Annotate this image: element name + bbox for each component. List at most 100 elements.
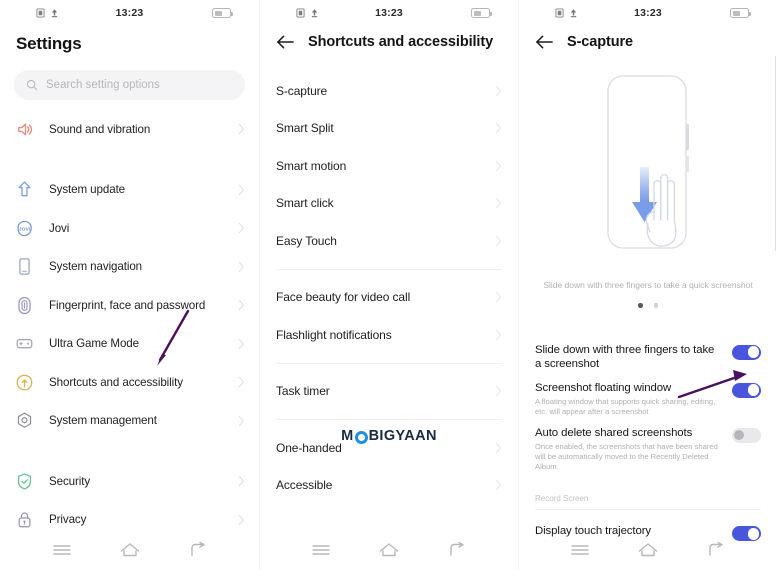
- three-phone-screenshots: 13:23 Settings Search setting options So…: [0, 0, 777, 570]
- battery-icon: [212, 8, 233, 18]
- sidebar-item-jovi[interactable]: JOVI Jovi: [0, 209, 259, 248]
- panel-shortcuts-and-accessibility: 13:23 Shortcuts and accessibility S-capt…: [259, 0, 518, 570]
- battery-icon: [730, 8, 751, 18]
- chevron-right-icon: [495, 160, 501, 171]
- back-nav-icon[interactable]: [447, 542, 467, 558]
- list-item-label: S-capture: [276, 83, 328, 98]
- setting-row-screenshot-floating-window[interactable]: Screenshot floating window A floating wi…: [519, 372, 777, 417]
- chevron-right-icon: [238, 338, 244, 349]
- sidebar-item-label: System management: [49, 414, 157, 428]
- gamepad-icon: [16, 339, 33, 349]
- chevron-right-icon: [238, 184, 244, 195]
- sidebar-item-label: Privacy: [49, 513, 87, 527]
- sidebar-item-label: System update: [49, 183, 126, 197]
- hex-gear-icon: [17, 412, 32, 429]
- illustration-caption: Slide down with three fingers to take a …: [543, 280, 753, 290]
- page-title: Shortcuts and accessibility: [308, 34, 494, 50]
- status-bar-time: 13:23: [634, 7, 662, 19]
- setting-title: Auto delete shared screenshots: [535, 426, 693, 439]
- chevron-right-icon: [495, 198, 501, 209]
- list-divider: [276, 362, 502, 364]
- chevron-right-icon: [495, 292, 501, 303]
- list-item-s-capture[interactable]: S-capture: [260, 72, 518, 110]
- list-item-label: Task timer: [276, 384, 330, 399]
- setting-title: Slide down with three fingers to take a …: [535, 343, 715, 371]
- sidebar-item-sound-and-vibration[interactable]: Sound and vibration: [0, 110, 259, 149]
- home-icon[interactable]: [637, 542, 659, 558]
- bottom-navigation-bar: [260, 530, 518, 570]
- section-label-record-screen: Record Screen: [535, 494, 589, 504]
- chevron-right-icon: [495, 386, 501, 397]
- chevron-right-icon: [238, 223, 244, 234]
- page-dot-active[interactable]: [638, 303, 643, 308]
- sidebar-item-system-management[interactable]: System management: [0, 402, 259, 441]
- page-title: Settings: [16, 34, 82, 53]
- list-item-face-beauty-for-video-call[interactable]: Face beauty for video call: [260, 279, 518, 317]
- menu-icon[interactable]: [311, 543, 331, 557]
- list-group-gap: [0, 440, 259, 462]
- back-arrow-icon[interactable]: [535, 34, 554, 50]
- hand-gesture-icon: [16, 374, 33, 391]
- sidebar-item-label: Fingerprint, face and password: [49, 298, 206, 312]
- chevron-right-icon: [495, 235, 501, 246]
- panel-s-capture: 13:23 S-capture Slide down with three fi…: [518, 0, 777, 570]
- toggle-screenshot-floating-window[interactable]: [732, 382, 761, 398]
- screenshot-icon: [555, 8, 564, 18]
- sidebar-item-ultra-game-mode[interactable]: Ultra Game Mode: [0, 325, 259, 364]
- list-item-task-timer[interactable]: Task timer: [260, 373, 518, 411]
- watermark-text-after: BIGYAAN: [368, 428, 437, 444]
- sidebar-item-system-navigation[interactable]: System navigation: [0, 248, 259, 287]
- back-arrow-icon[interactable]: [276, 34, 295, 50]
- home-icon[interactable]: [378, 542, 400, 558]
- search-input[interactable]: Search setting options: [14, 70, 245, 100]
- list-divider: [276, 268, 502, 270]
- home-icon[interactable]: [119, 542, 141, 558]
- sidebar-item-label: Security: [49, 474, 91, 488]
- shield-check-icon: [17, 473, 32, 490]
- setting-title: Screenshot floating window: [535, 381, 672, 394]
- list-item-flashlight-notifications[interactable]: Flashlight notifications: [260, 316, 518, 354]
- list-item-label: Smart motion: [276, 158, 347, 173]
- chevron-right-icon: [238, 377, 244, 388]
- page-dot[interactable]: [653, 303, 658, 308]
- list-item-smart-motion[interactable]: Smart motion: [260, 147, 518, 185]
- sidebar-item-label: Shortcuts and accessibility: [49, 375, 183, 389]
- menu-icon[interactable]: [570, 543, 590, 557]
- sidebar-item-shortcuts-and-accessibility[interactable]: Shortcuts and accessibility: [0, 363, 259, 402]
- list-item-label: Smart click: [276, 196, 334, 211]
- watermark-ring-icon: [354, 430, 368, 444]
- navigation-header: S-capture: [519, 26, 777, 66]
- back-nav-icon[interactable]: [188, 542, 208, 558]
- speaker-icon: [18, 123, 33, 136]
- phone-nav-icon: [19, 258, 30, 276]
- list-item-label: Flashlight notifications: [276, 327, 392, 342]
- setting-row-auto-delete-shared-screenshots[interactable]: Auto delete shared screenshots Once enab…: [519, 417, 777, 472]
- list-item-label: Accessible: [276, 478, 333, 493]
- toggle-slide-down-three-fingers[interactable]: [732, 344, 761, 360]
- list-item-label: Face beauty for video call: [276, 290, 411, 305]
- chevron-right-icon: [238, 514, 244, 525]
- chevron-right-icon: [495, 329, 501, 340]
- sidebar-item-security[interactable]: Security: [0, 462, 259, 501]
- status-bar: 13:23: [0, 0, 259, 26]
- toggle-auto-delete-shared-screenshots[interactable]: [732, 427, 761, 443]
- sidebar-item-fingerprint-face-and-password[interactable]: Fingerprint, face and password: [0, 286, 259, 325]
- screenshot-icon: [296, 8, 305, 18]
- jovi-icon: JOVI: [17, 220, 32, 236]
- sidebar-item-system-update[interactable]: System update: [0, 171, 259, 210]
- chevron-right-icon: [495, 123, 501, 134]
- list-divider: [276, 419, 502, 420]
- chevron-right-icon: [238, 124, 244, 135]
- menu-icon[interactable]: [52, 543, 72, 557]
- list-item-easy-touch[interactable]: Easy Touch: [260, 222, 518, 260]
- setting-row-slide-down-three-fingers[interactable]: Slide down with three fingers to take a …: [519, 334, 777, 372]
- list-item-smart-click[interactable]: Smart click: [260, 185, 518, 223]
- list-item-accessible[interactable]: Accessible: [260, 467, 518, 505]
- chevron-right-icon: [238, 261, 244, 272]
- list-item-smart-split[interactable]: Smart Split: [260, 110, 518, 148]
- page-title: S-capture: [567, 34, 633, 50]
- settings-list: Sound and vibration System update JOVI J…: [0, 110, 259, 539]
- fingerprint-icon: [18, 296, 31, 314]
- vertical-scrollbar[interactable]: [774, 56, 776, 251]
- back-nav-icon[interactable]: [706, 542, 726, 558]
